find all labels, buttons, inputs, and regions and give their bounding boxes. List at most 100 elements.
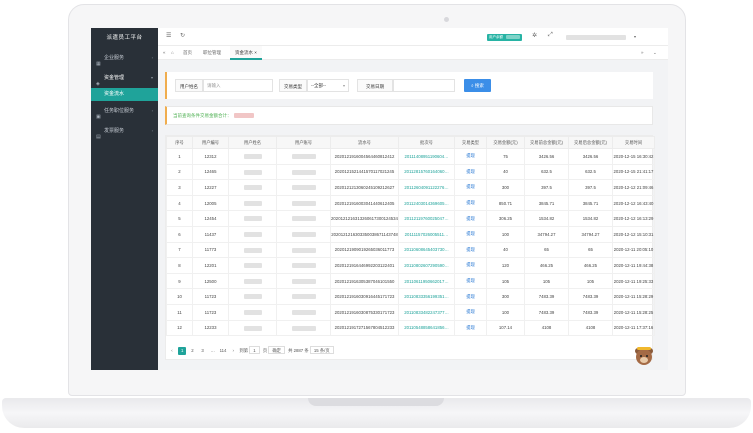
table-cell: 632.5 (568, 163, 613, 181)
table-cell (276, 288, 331, 305)
user-name-input[interactable]: 请输入 (203, 79, 273, 92)
table-cell[interactable]: 20110548858641856… (398, 319, 455, 337)
chevron-down-icon: ▾ (150, 75, 153, 80)
page-1-button[interactable]: 1 (178, 347, 187, 355)
goto-confirm-button[interactable]: 确定 (268, 346, 285, 354)
close-icon[interactable]: × (254, 50, 257, 55)
tab-fund-flow[interactable]: 资金流水 × (230, 46, 262, 60)
table-cell[interactable]: 提现 (454, 179, 487, 196)
sidebar-item-invoice[interactable]: ▤ 发票服务 › (91, 121, 158, 141)
table-cell[interactable]: 提现 (454, 163, 487, 181)
redacted-value (243, 169, 262, 175)
chevron-right-icon: › (151, 55, 153, 60)
table-cell[interactable]: 20110611950662017… (398, 272, 455, 290)
redacted-value (243, 278, 262, 284)
tab-scroll-right[interactable]: » (636, 46, 649, 60)
redacted-value (291, 309, 316, 315)
redacted-value (243, 185, 262, 191)
table-cell: 107.14 (486, 319, 525, 337)
redacted-value (291, 169, 316, 175)
trade-type-select[interactable]: --全部-- ▾ (307, 79, 349, 92)
chevron-down-icon[interactable]: ⌄ (648, 46, 662, 60)
prev-page-button[interactable]: ‹ (168, 347, 176, 355)
table-cell[interactable]: 提现 (454, 210, 487, 227)
trade-date-input[interactable] (393, 79, 455, 92)
sidebar-item-jobs[interactable]: ▣ 任务职位服务 › (91, 101, 158, 121)
sidebar-item-label: 发票服务 (104, 128, 125, 134)
refresh-icon[interactable]: ↻ (180, 32, 185, 39)
next-page-button[interactable]: › (229, 347, 237, 355)
tab-home[interactable]: 首页 (178, 46, 197, 60)
table-cell[interactable]: 20112403014369605… (398, 194, 455, 212)
table-cell[interactable]: 20110833356199351… (398, 288, 455, 305)
fullscreen-icon[interactable]: ⤢ (548, 32, 553, 39)
table-cell[interactable]: 20111157026005511… (398, 225, 455, 243)
table-cell: 2020121916003041440612405 (330, 194, 399, 212)
sidebar-item-label: 企业服务 (104, 55, 125, 61)
menu-icon[interactable]: ☰ (166, 32, 171, 39)
column-header: 用户姓名 (228, 136, 277, 149)
table-cell: 11723 (192, 303, 229, 321)
table-cell: 3 (166, 179, 193, 196)
table-cell[interactable]: 提现 (454, 194, 487, 212)
chevron-down-icon: ▾ (342, 83, 345, 88)
table-cell[interactable]: 提现 (454, 288, 487, 305)
chevron-down-icon[interactable]: ▾ (634, 34, 636, 39)
table-row: 3 12227 2020121213060245109212627 201126040… (166, 179, 655, 196)
goto-page-input[interactable]: 1 (249, 346, 260, 354)
table-cell: 9 (166, 272, 193, 290)
table-cell: 2020-12-15 21:41:17 (612, 163, 655, 181)
table-cell[interactable]: 提现 (454, 319, 487, 337)
sidebar-subitem-fund-flow[interactable]: 资金流水 (91, 88, 158, 101)
column-header: 批次号 (398, 136, 455, 149)
column-header: 交易前总金额(元) (524, 136, 569, 149)
column-header: 序号 (166, 136, 193, 149)
redacted-value (291, 200, 316, 206)
table-cell[interactable]: 提现 (454, 257, 487, 274)
table-cell[interactable]: 20112815760164060… (398, 163, 455, 181)
table-cell: 75 (486, 148, 525, 165)
table-cell (228, 288, 277, 305)
table-cell[interactable]: 提现 (454, 241, 487, 259)
sidebar-item-enterprise[interactable]: ▦ 企业服务 › (91, 48, 158, 68)
bear-mascot-icon[interactable] (633, 345, 655, 367)
topbar: ☰ ↻ 用户余额 ✲ ⤢ ▾ (158, 28, 668, 46)
page-last-button[interactable]: 114 (219, 347, 227, 355)
column-header: 交易类型 (454, 136, 487, 149)
table-cell[interactable]: 20112119760025047… (398, 210, 455, 227)
table-cell: 3426.56 (524, 148, 569, 165)
table-cell: 105 (486, 272, 525, 290)
page-3-button[interactable]: 3 (199, 347, 207, 355)
table-cell[interactable]: 提现 (454, 148, 487, 165)
redacted-value (243, 216, 262, 222)
table-cell: 12454 (192, 210, 229, 227)
table-cell: 466.25 (568, 257, 613, 274)
table-cell: 2020121916305387046101550 (330, 272, 399, 290)
tab-jobs[interactable]: 职位管理 (198, 46, 226, 60)
user-balance-badge: 用户余额 (487, 34, 522, 41)
table-row: 6 11437 2020121216303350038671143748 201111… (166, 225, 655, 243)
redacted-value (243, 263, 262, 269)
table-cell (228, 303, 277, 321)
table-cell[interactable]: 20110833482247377… (398, 303, 455, 321)
table-cell: 8 (166, 257, 193, 274)
redacted-value (243, 294, 262, 300)
page-size-select[interactable]: 15 条/页 (309, 346, 334, 354)
table-cell (276, 225, 331, 243)
table-cell: 2020-12-12 15:10:31 (612, 225, 655, 243)
table-cell[interactable]: 提现 (454, 272, 487, 290)
table-cell[interactable]: 20110802607290590… (398, 257, 455, 274)
table-cell[interactable]: 提现 (454, 225, 487, 243)
table-cell[interactable]: 20112604091122276… (398, 179, 455, 196)
search-button[interactable]: ⌕ 搜索 (464, 79, 491, 92)
page-2-button[interactable]: 2 (188, 347, 196, 355)
table-cell[interactable]: 20110608645403730… (398, 241, 455, 259)
table-cell[interactable]: 提现 (454, 303, 487, 321)
home-icon[interactable]: ⌂ (166, 46, 179, 60)
table-cell: 1534.82 (568, 210, 613, 227)
table-cell: 2020-12-12 21:09:46 (612, 179, 655, 196)
table-cell[interactable]: 20111408951190604… (398, 148, 455, 165)
sidebar-item-funds[interactable]: ◈ 资金管理 ▾ (91, 68, 158, 88)
goto-label: 到第 (239, 348, 249, 353)
bell-icon[interactable]: ✲ (532, 32, 537, 39)
